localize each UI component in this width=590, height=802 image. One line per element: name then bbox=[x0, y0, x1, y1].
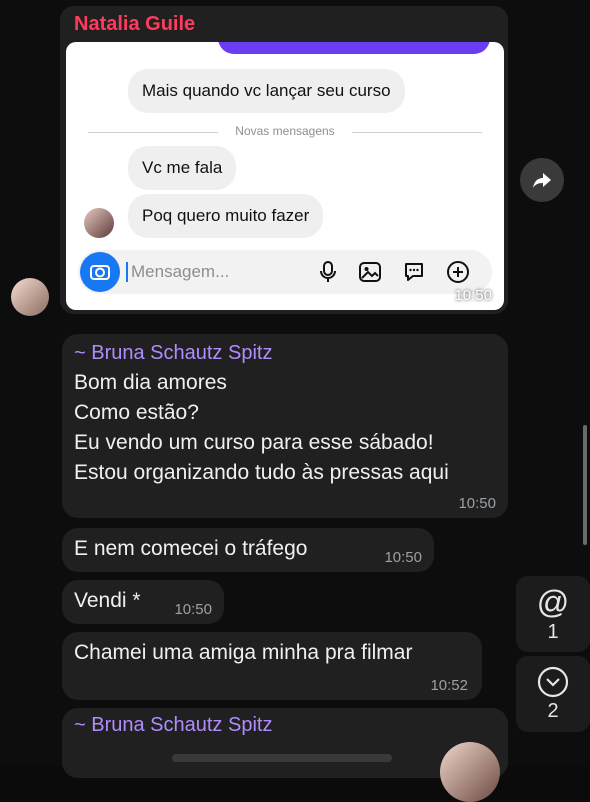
message-text: Chamei uma amiga minha pra filmar bbox=[74, 641, 413, 664]
message-bubble[interactable]: ~ Bruna Schautz Spitz bbox=[62, 708, 508, 802]
scroll-to-unread-button[interactable]: 2 bbox=[516, 656, 590, 732]
message-text: Vendi * bbox=[74, 589, 141, 612]
screenshot-message: Mais quando vc lançar seu curso bbox=[128, 69, 405, 113]
unread-count: 2 bbox=[547, 700, 559, 722]
sticker-icon bbox=[402, 260, 426, 289]
screenshot-image[interactable]: Mais quando vc lançar seu curso Novas me… bbox=[66, 42, 504, 310]
message-time: 10:50 bbox=[174, 601, 212, 618]
composer-placeholder: Mensagem... bbox=[131, 262, 230, 281]
message-line: Bom dia amores bbox=[74, 371, 227, 394]
sender-name[interactable]: ~ Bruna Schautz Spitz bbox=[74, 714, 272, 737]
message-time: 10:52 bbox=[430, 677, 468, 694]
camera-icon bbox=[80, 252, 120, 292]
forward-button[interactable] bbox=[520, 158, 564, 202]
microphone-icon bbox=[316, 260, 340, 289]
message-text: Bom dia amores Como estão? Eu vendo um c… bbox=[74, 368, 449, 488]
screenshot-avatar bbox=[84, 208, 114, 238]
new-messages-divider: Novas mensagens bbox=[88, 124, 482, 138]
message-line: Eu vendo um curso para esse sábado! bbox=[74, 431, 434, 454]
at-icon: @ bbox=[536, 584, 570, 620]
sender-name[interactable]: Natalia Guile bbox=[74, 13, 195, 36]
message-line: Estou organizando tudo às pressas aqui bbox=[74, 461, 449, 484]
message-time: 10:50 bbox=[454, 287, 492, 304]
gallery-icon bbox=[358, 260, 382, 289]
screenshot-message: Vc me fala bbox=[128, 146, 237, 190]
screenshot-composer: Mensagem... bbox=[78, 250, 492, 294]
message-time: 10:50 bbox=[384, 549, 422, 566]
chevron-down-icon bbox=[537, 666, 569, 698]
message-text: E nem comecei o tráfego bbox=[74, 537, 308, 560]
blurred-text bbox=[172, 754, 392, 762]
image-message-bubble[interactable]: Natalia Guile Mais quando vc lançar seu … bbox=[60, 6, 508, 314]
message-time: 10:50 bbox=[458, 495, 496, 512]
forward-arrow-icon bbox=[530, 168, 554, 197]
preview-avatar bbox=[440, 742, 500, 802]
sender-avatar[interactable] bbox=[11, 278, 49, 316]
message-bubble[interactable]: E nem comecei o tráfego 10:50 bbox=[62, 528, 434, 572]
screenshot-message: Poq quero muito fazer bbox=[128, 194, 324, 238]
message-line: Como estão? bbox=[74, 401, 199, 424]
add-circle-icon bbox=[446, 260, 470, 289]
message-bubble[interactable]: ~ Bruna Schautz Spitz Bom dia amores Com… bbox=[62, 334, 508, 518]
mentions-button[interactable]: @ 1 bbox=[516, 576, 590, 652]
purple-bubble-fragment bbox=[218, 42, 490, 54]
message-bubble[interactable]: Vendi * 10:50 bbox=[62, 580, 224, 624]
mentions-count: 1 bbox=[547, 621, 559, 643]
message-bubble[interactable]: Chamei uma amiga minha pra filmar 10:52 bbox=[62, 632, 482, 700]
sender-name[interactable]: ~ Bruna Schautz Spitz bbox=[74, 342, 272, 365]
divider-label: Novas mensagens bbox=[235, 124, 335, 138]
text-cursor bbox=[126, 262, 128, 282]
scrollbar[interactable] bbox=[583, 425, 587, 545]
